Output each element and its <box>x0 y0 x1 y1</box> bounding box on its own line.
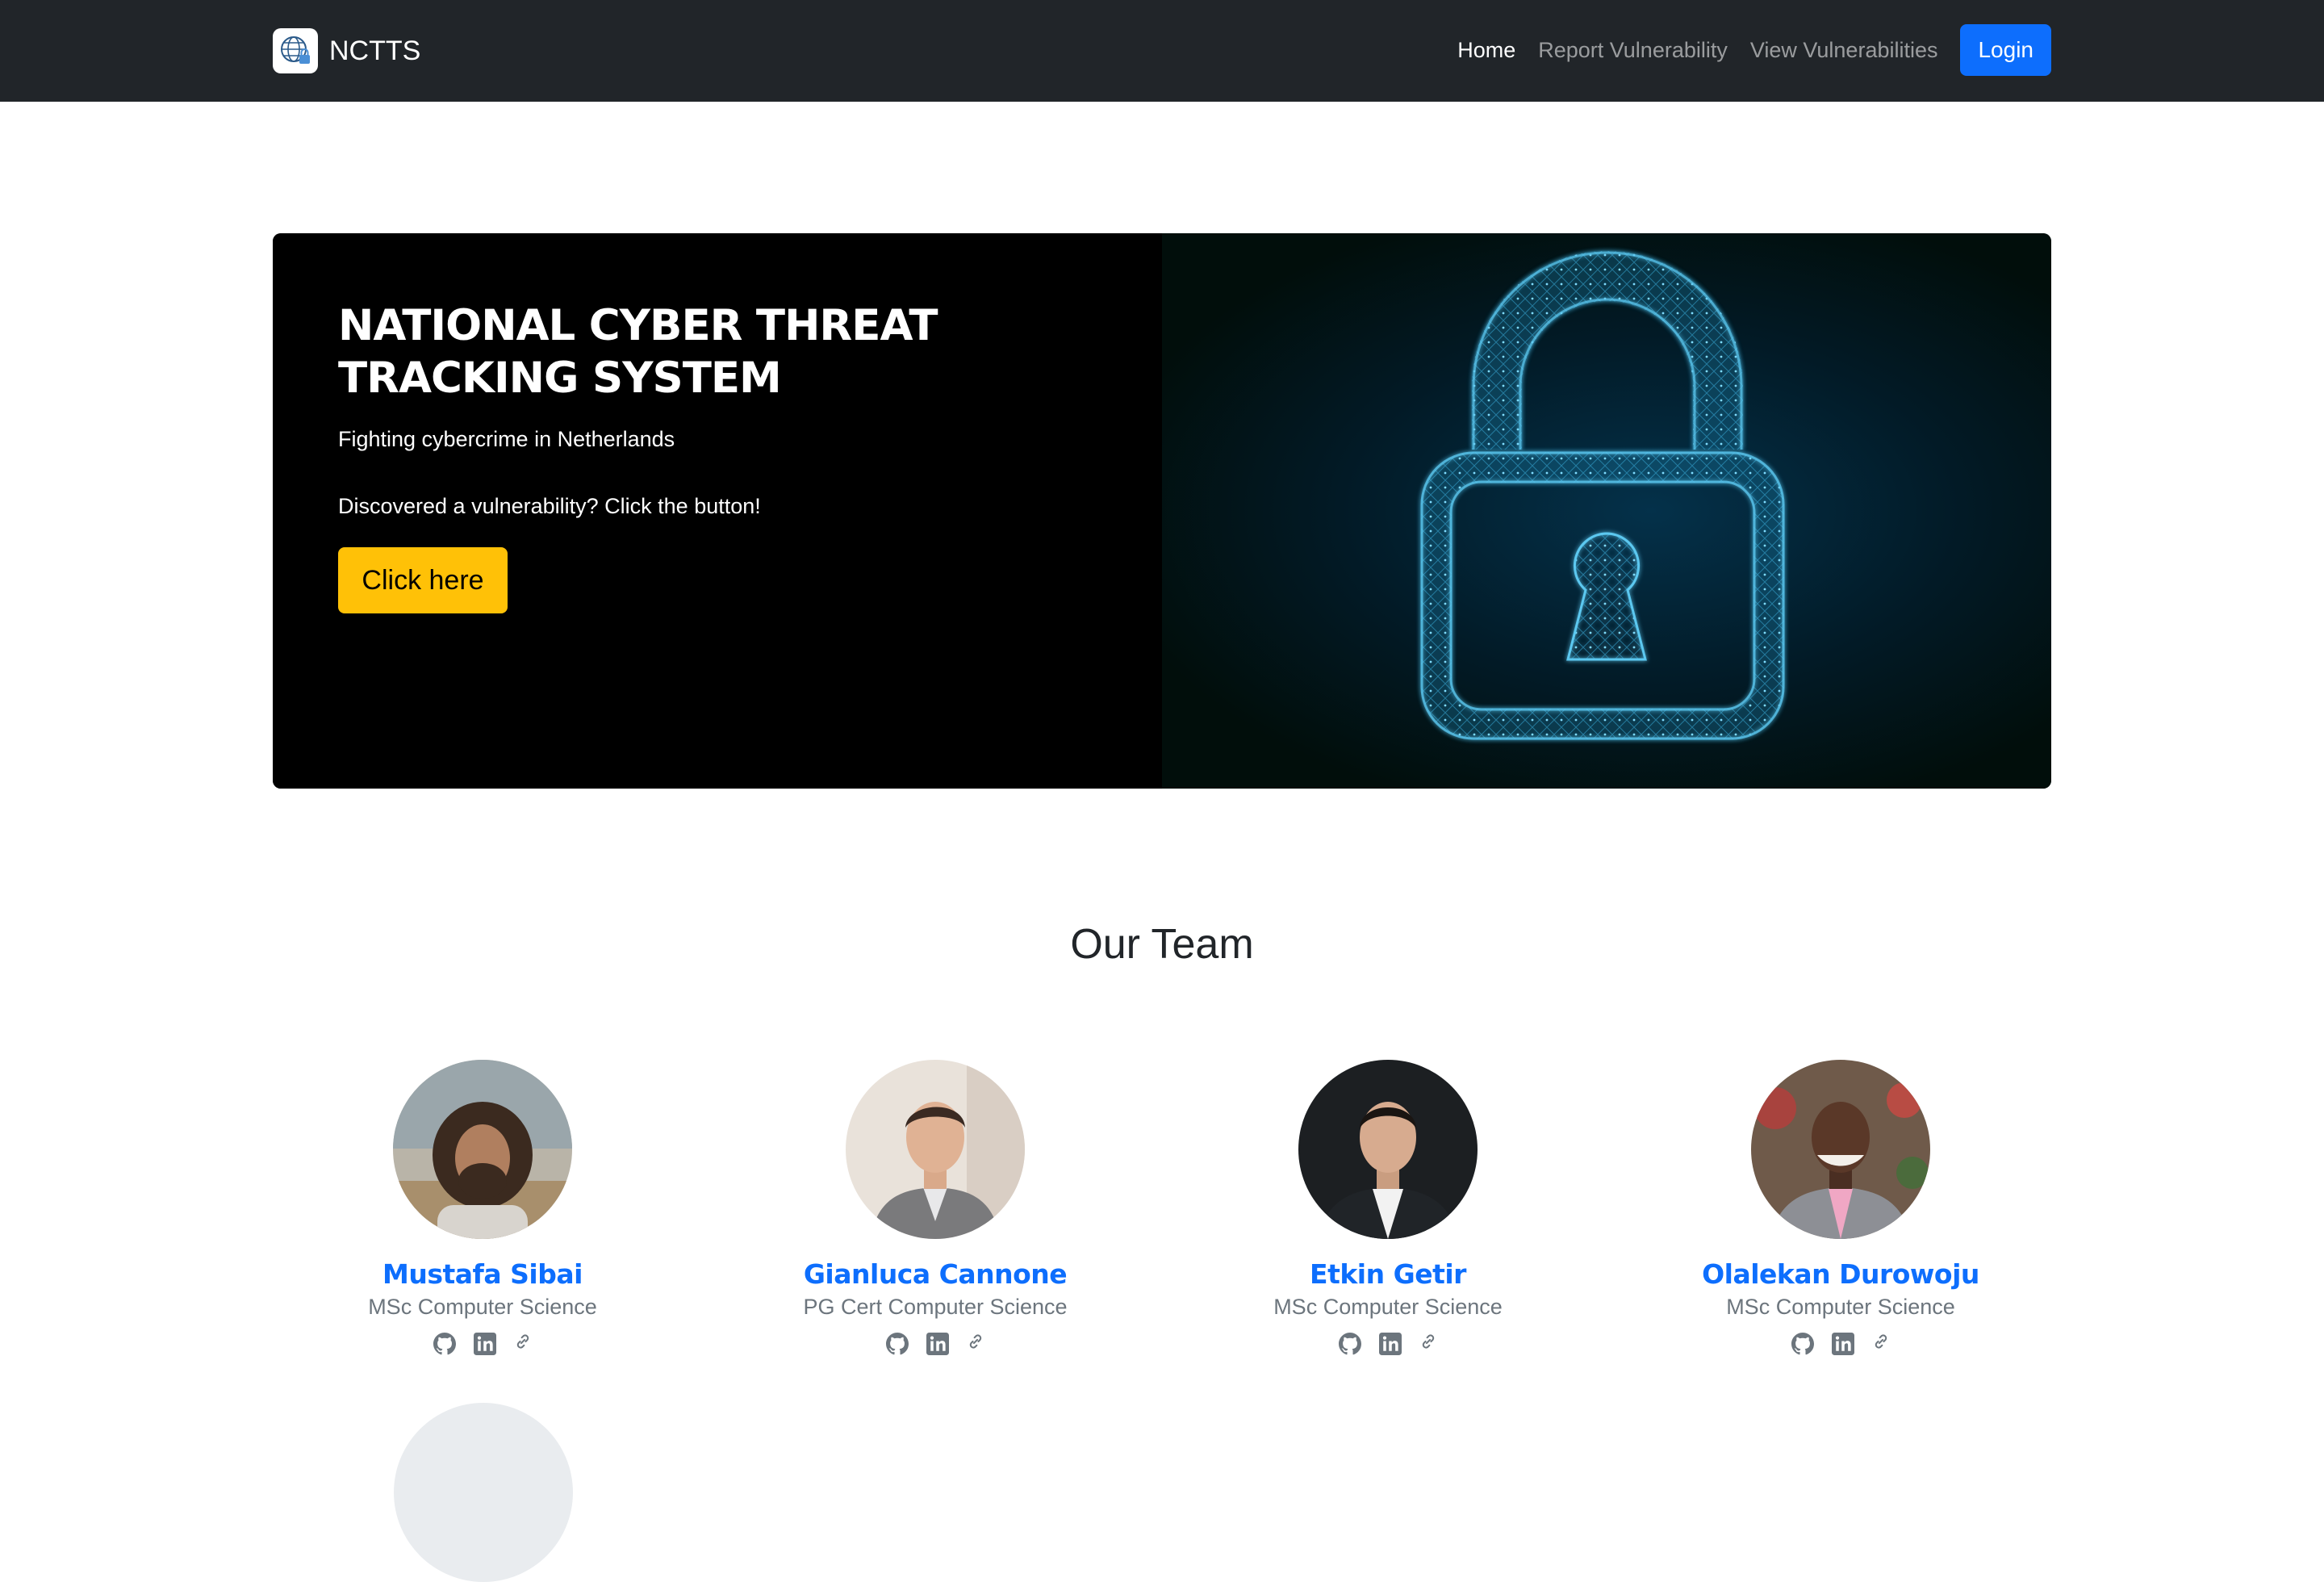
nav-report-vulnerability[interactable]: Report Vulnerability <box>1538 38 1728 63</box>
member-name[interactable]: Etkin Getir <box>1162 1258 1614 1290</box>
linkedin-icon[interactable] <box>926 1333 949 1355</box>
linkedin-icon[interactable] <box>1832 1333 1854 1355</box>
link-icon[interactable] <box>514 1333 532 1355</box>
avatar <box>1751 1060 1930 1239</box>
brand[interactable]: NCTTS <box>273 28 420 73</box>
hero-text-panel: NATIONAL CYBER THREAT TRACKING SYSTEM Fi… <box>273 233 1162 789</box>
nav-links: Home Report Vulnerability View Vulnerabi… <box>1435 24 2051 76</box>
team-member-card: Olalekan Durowoju MSc Computer Science <box>1615 1060 2067 1355</box>
avatar <box>393 1060 572 1239</box>
linkedin-icon[interactable] <box>1379 1333 1402 1355</box>
navbar: NCTTS Home Report Vulnerability View Vul… <box>0 0 2324 102</box>
hero-prompt: Discovered a vulnerability? Click the bu… <box>338 494 761 518</box>
link-icon[interactable] <box>967 1333 984 1355</box>
member-social-links <box>257 1333 708 1355</box>
member-name[interactable]: Gianluca Cannone <box>709 1258 1161 1290</box>
member-social-links <box>1162 1333 1614 1355</box>
github-icon[interactable] <box>433 1333 456 1355</box>
avatar <box>394 1403 573 1582</box>
nav-home[interactable]: Home <box>1457 38 1515 63</box>
link-icon[interactable] <box>1872 1333 1890 1355</box>
member-role: MSc Computer Science <box>1273 1295 1503 1319</box>
hero-title: NATIONAL CYBER THREAT TRACKING SYSTEM <box>338 301 938 403</box>
team-heading: Our Team <box>1070 921 1254 968</box>
brand-name: NCTTS <box>329 35 421 66</box>
click-here-button[interactable]: Click here <box>338 547 508 613</box>
member-role: PG Cert Computer Science <box>803 1295 1068 1319</box>
link-icon[interactable] <box>1419 1333 1437 1355</box>
member-name[interactable]: Olalekan Durowoju <box>1615 1258 2067 1290</box>
avatar <box>1298 1060 1478 1239</box>
github-icon[interactable] <box>1339 1333 1361 1355</box>
hero-banner: NATIONAL CYBER THREAT TRACKING SYSTEM Fi… <box>273 233 2051 789</box>
github-icon[interactable] <box>1791 1333 1814 1355</box>
member-role: MSc Computer Science <box>1726 1295 1955 1319</box>
hero-subtitle: Fighting cybercrime in Netherlands <box>338 427 675 451</box>
team-member-card: Etkin Getir MSc Computer Science <box>1162 1060 1614 1355</box>
hero-image <box>1162 233 2051 789</box>
member-social-links <box>1615 1333 2067 1355</box>
login-button[interactable]: Login <box>1960 24 2051 76</box>
team-member-card: Mustafa Sibai MSc Computer Science <box>257 1060 708 1355</box>
avatar <box>846 1060 1025 1239</box>
github-icon[interactable] <box>886 1333 909 1355</box>
team-member-card: Gianluca Cannone PG Cert Computer Scienc… <box>709 1060 1161 1355</box>
member-role: MSc Computer Science <box>368 1295 597 1319</box>
member-social-links <box>709 1333 1161 1355</box>
member-name[interactable]: Mustafa Sibai <box>257 1258 708 1290</box>
linkedin-icon[interactable] <box>474 1333 496 1355</box>
nav-view-vulnerabilities[interactable]: View Vulnerabilities <box>1750 38 1938 63</box>
padlock-icon <box>1420 250 1785 740</box>
globe-logo-icon <box>273 28 318 73</box>
